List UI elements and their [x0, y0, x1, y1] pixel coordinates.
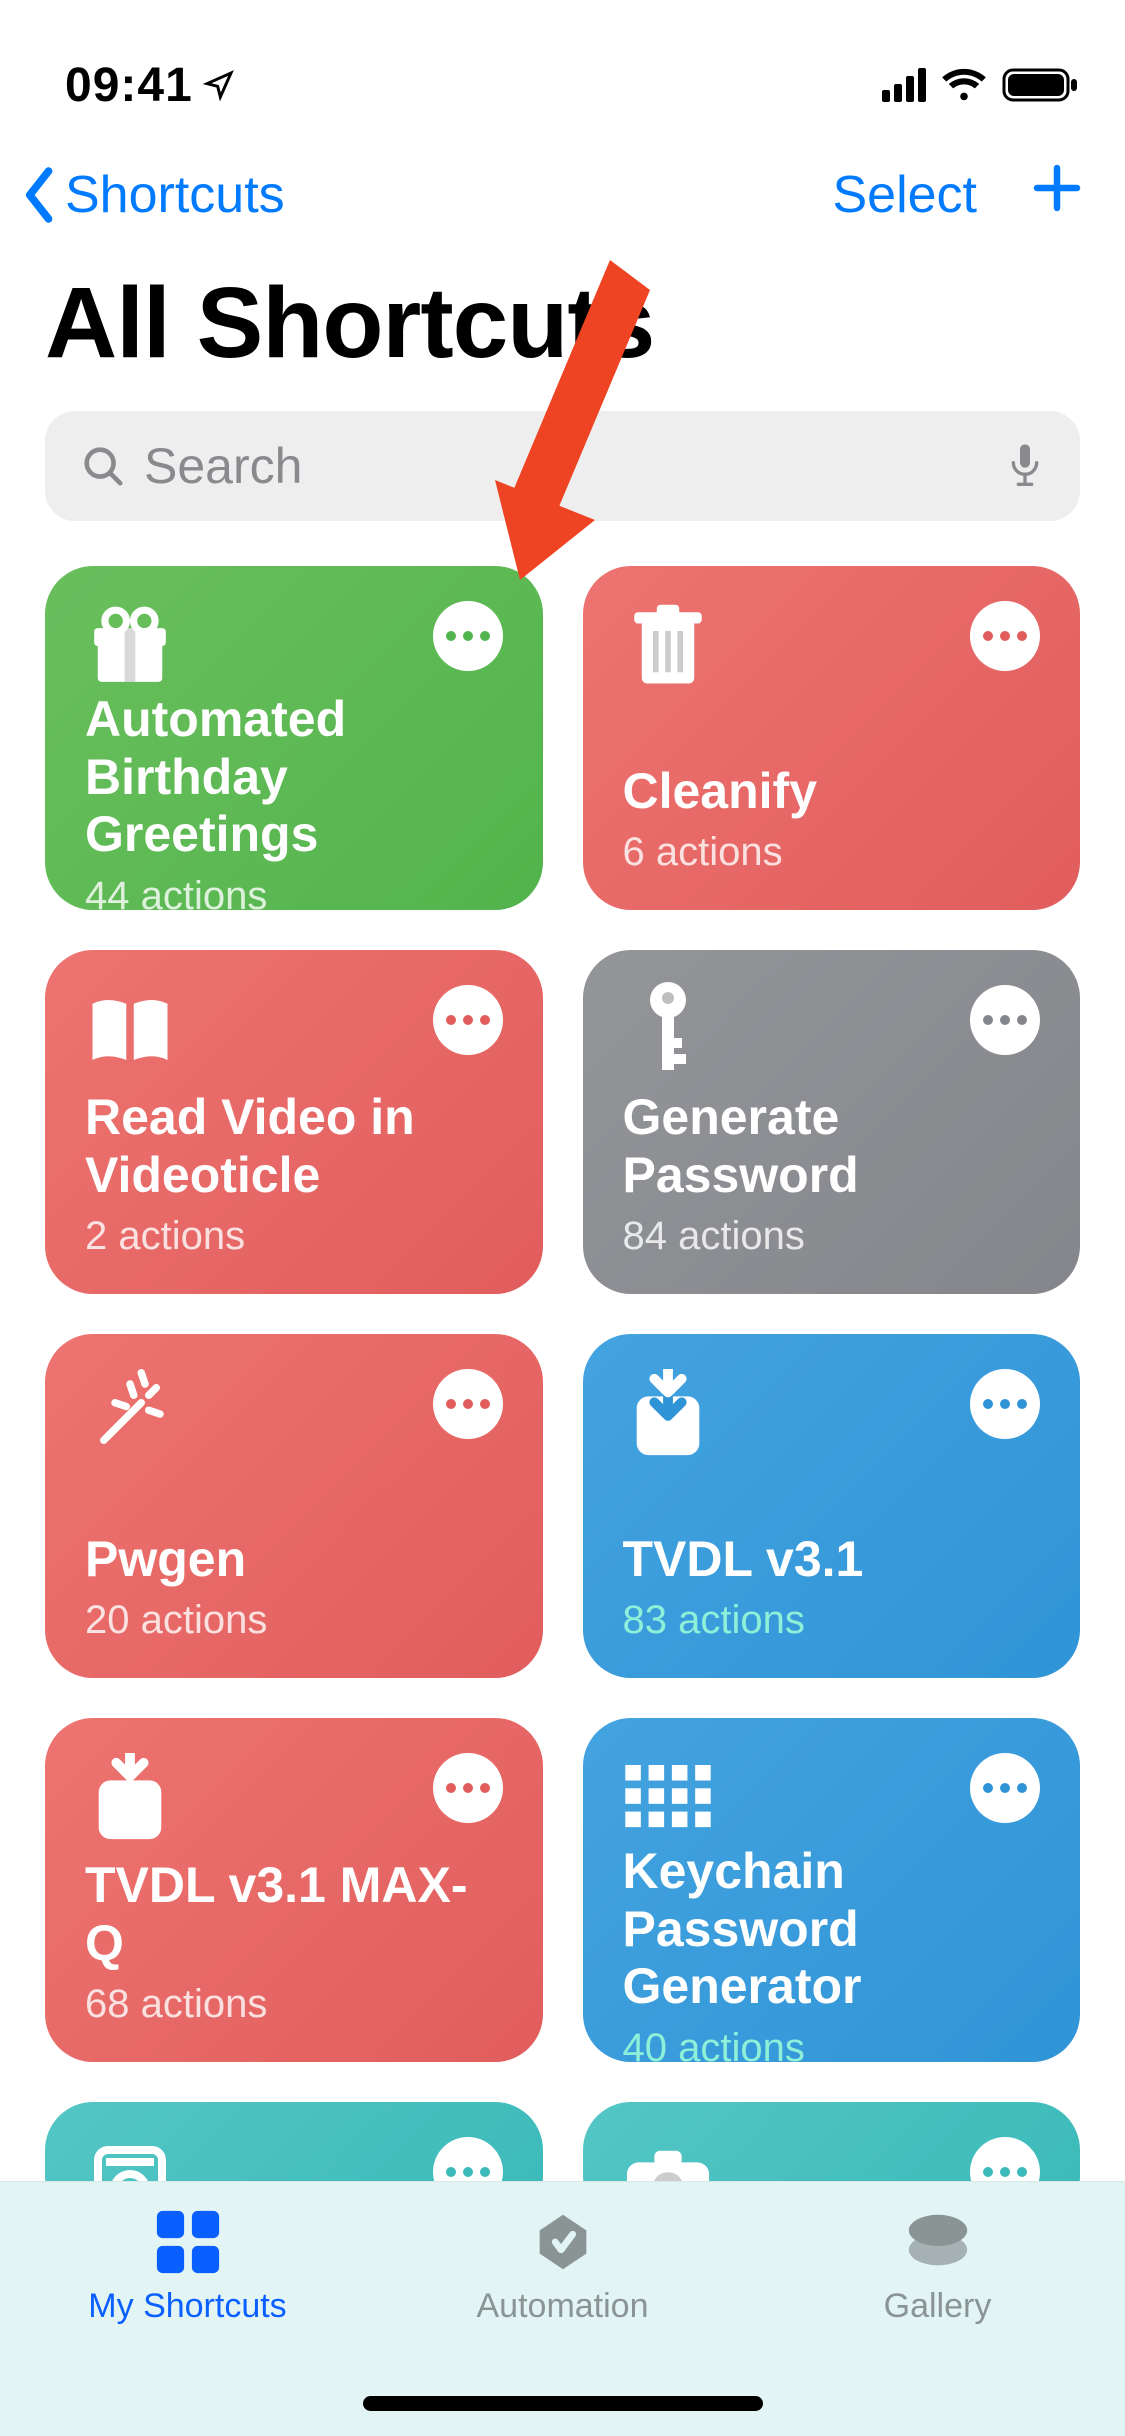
status-time-text: 09:41: [65, 58, 193, 113]
tile-more-button[interactable]: [433, 1369, 503, 1439]
download-icon: [623, 1369, 713, 1459]
wifi-icon: [941, 66, 987, 104]
shortcut-tile[interactable]: Generate Password 84 actions: [583, 950, 1081, 1294]
tile-more-button[interactable]: [970, 985, 1040, 1055]
tab-gallery[interactable]: Gallery: [752, 2207, 1123, 2326]
tab-my-shortcuts[interactable]: My Shortcuts: [2, 2207, 373, 2326]
tile-title: Cleanify: [623, 763, 1041, 821]
status-time: 09:41: [65, 58, 235, 113]
tile-title: Automated Birthday Greetings: [85, 691, 503, 864]
tile-title: Pwgen: [85, 1531, 503, 1589]
select-button[interactable]: Select: [832, 165, 977, 225]
tab-automation[interactable]: Automation: [377, 2207, 748, 2326]
tile-more-button[interactable]: [970, 1753, 1040, 1823]
page-title: All Shortcuts: [0, 241, 1125, 411]
automation-icon: [525, 2207, 600, 2277]
cellular-icon: [882, 68, 926, 102]
tab-label: Gallery: [884, 2287, 992, 2326]
gift-icon: [85, 601, 175, 691]
tile-title: TVDL v3.1: [623, 1531, 1041, 1589]
shortcut-tile[interactable]: Automated Birthday Greetings 44 actions: [45, 566, 543, 910]
search-icon: [80, 443, 126, 489]
shortcut-tile[interactable]: TVDL v3.1 83 actions: [583, 1334, 1081, 1678]
book-icon: [85, 985, 175, 1075]
tile-more-button[interactable]: [970, 1369, 1040, 1439]
home-indicator[interactable]: [363, 2396, 763, 2411]
tile-more-button[interactable]: [970, 601, 1040, 671]
search-input[interactable]: [144, 437, 1005, 495]
tile-subtitle: 84 actions: [623, 1214, 1041, 1259]
dictation-icon[interactable]: [1005, 440, 1045, 492]
tile-subtitle: 2 actions: [85, 1214, 503, 1259]
status-bar: 09:41: [0, 0, 1125, 140]
tile-title: Keychain Password Generator: [623, 1843, 1041, 2016]
plus-icon: [1027, 158, 1087, 218]
tile-subtitle: 40 actions: [623, 2026, 1041, 2071]
tile-subtitle: 68 actions: [85, 1982, 503, 2027]
tile-title: TVDL v3.1 MAX-Q: [85, 1857, 503, 1972]
shortcut-tile[interactable]: Cleanify 6 actions: [583, 566, 1081, 910]
shortcut-tile[interactable]: Read Video in Videoticle 2 actions: [45, 950, 543, 1294]
tile-more-button[interactable]: [433, 1753, 503, 1823]
shortcuts-grid: Automated Birthday Greetings 44 actions …: [0, 521, 1125, 2269]
tab-label: Automation: [477, 2287, 649, 2326]
wand-icon: [85, 1369, 175, 1459]
tile-subtitle: 20 actions: [85, 1598, 503, 1643]
tile-subtitle: 6 actions: [623, 830, 1041, 875]
grid-icon: [623, 1753, 713, 1843]
tile-more-button[interactable]: [433, 985, 503, 1055]
tile-subtitle: 83 actions: [623, 1598, 1041, 1643]
tile-subtitle: 44 actions: [85, 874, 503, 919]
shortcut-tile[interactable]: Keychain Password Generator 40 actions: [583, 1718, 1081, 2062]
gallery-icon: [900, 2207, 975, 2277]
battery-icon: [1002, 66, 1080, 104]
back-label: Shortcuts: [65, 165, 285, 225]
tab-label: My Shortcuts: [88, 2287, 286, 2326]
shortcut-tile[interactable]: Pwgen 20 actions: [45, 1334, 543, 1678]
trash-icon: [623, 601, 713, 691]
key-icon: [623, 985, 713, 1075]
location-icon: [203, 69, 235, 101]
shortcut-tile[interactable]: TVDL v3.1 MAX-Q 68 actions: [45, 1718, 543, 2062]
download-icon: [85, 1753, 175, 1843]
tile-more-button[interactable]: [433, 601, 503, 671]
search-field[interactable]: [45, 411, 1080, 521]
nav-bar: Shortcuts Select: [0, 140, 1125, 241]
tile-title: Generate Password: [623, 1089, 1041, 1204]
add-button[interactable]: [1027, 158, 1087, 231]
tile-title: Read Video in Videoticle: [85, 1089, 503, 1204]
chevron-left-icon: [20, 166, 60, 224]
status-right: [882, 66, 1080, 104]
back-button[interactable]: Shortcuts: [20, 165, 285, 225]
my-shortcuts-icon: [150, 2207, 225, 2277]
